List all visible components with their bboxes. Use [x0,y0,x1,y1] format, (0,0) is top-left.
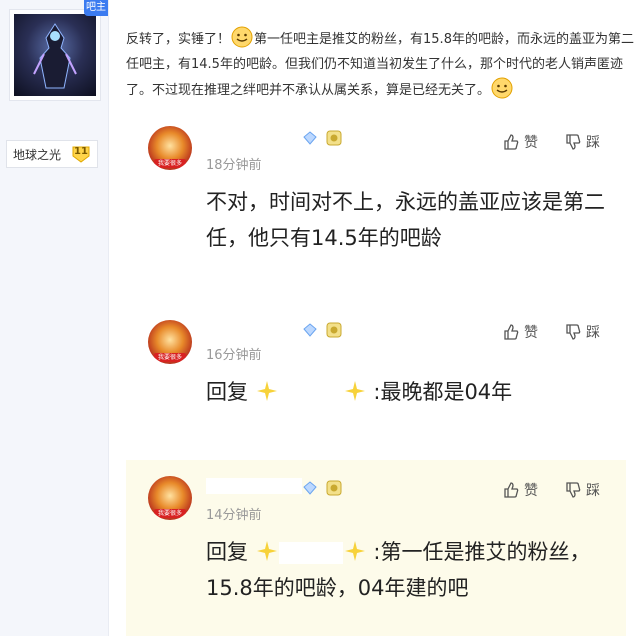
reply-avatar[interactable]: 我要很多 [148,320,192,364]
poster-sidebar: 吧主 地球之光 11 [0,0,109,636]
diamond-icon [303,481,317,495]
avatar-tag: 我要很多 [154,509,186,518]
reply-time: 16分钟前 [206,348,262,363]
member-badge-icon [326,322,342,338]
reply-prefix: 回复 [206,380,248,404]
reply-text: :最晚都是04年 [373,380,513,404]
thumbs-up-icon [504,482,519,498]
poster-name-card[interactable]: 地球之光 11 [6,140,98,168]
owner-badge: 吧主 [84,0,108,16]
sparkle-icon [344,381,365,401]
like-button[interactable]: 赞 [502,322,538,342]
reply-item: 我要很多 16分钟前 赞 踩 回复 :最晚都是04年 [126,310,626,440]
post-text-segment-1: 反转了，实锤了！ [126,32,231,47]
mentioned-user[interactable] [278,542,343,564]
smiley-emoji-icon [491,77,513,99]
thumbs-up-icon [504,134,519,150]
poster-avatar[interactable] [9,9,101,101]
reply-content: 不对，时间对不上，永远的盖亚应该是第二任，他只有14.5年的吧龄 [206,190,605,250]
thumbs-down-icon [566,134,581,150]
like-button[interactable]: 赞 [502,480,538,500]
like-label: 赞 [524,135,538,151]
reply-avatar[interactable]: 我要很多 [148,126,192,170]
reply-prefix: 回复 [206,540,248,564]
sparkle-icon [256,541,277,561]
like-label: 赞 [524,483,538,499]
mentioned-user[interactable] [278,382,343,404]
avatar-image [14,14,96,96]
thumbs-down-icon [566,324,581,340]
avatar-tag: 我要很多 [154,159,186,168]
reply-time: 18分钟前 [206,158,262,173]
smiley-emoji-icon [231,26,253,48]
sparkle-icon [256,381,277,401]
poster-username[interactable]: 地球之光 [13,146,61,163]
reply-item: 我要很多 18分钟前 赞 踩 不对，时间对不上，永远的盖亚应该是第二任，他只有1… [126,118,626,288]
level-badge: 11 [71,144,91,164]
like-label: 赞 [524,325,538,341]
member-badge-icon [326,130,342,146]
dislike-label: 踩 [586,325,600,341]
dislike-button[interactable]: 踩 [564,322,600,342]
post-body: 反转了，实锤了！ 第一任吧主是推艾的粉丝，有15.8年的吧龄，而永远的盖亚为第二任… [126,26,636,103]
reply-avatar[interactable]: 我要很多 [148,476,192,520]
thumbs-up-icon [504,324,519,340]
reply-content: 回复 :第一任是推艾的粉丝，15.8年的吧龄，04年建的吧 [206,534,606,606]
reply-content: 回复 :最晚都是04年 [206,374,606,410]
reply-item-highlighted: 我要很多 14分钟前 赞 踩 回复 :第一任是推艾的粉丝，15.8年的吧龄，04… [126,460,626,636]
avatar-tag: 我要很多 [154,353,186,362]
thumbs-down-icon [566,482,581,498]
sparkle-icon [344,541,365,561]
reply-username[interactable] [206,478,302,494]
reply-username[interactable] [206,322,302,338]
dislike-button[interactable]: 踩 [564,132,600,152]
diamond-icon [303,131,317,145]
level-number: 11 [74,146,88,157]
reply-username[interactable] [206,130,302,146]
dislike-button[interactable]: 踩 [564,480,600,500]
diamond-icon [303,323,317,337]
like-button[interactable]: 赞 [502,132,538,152]
dislike-label: 踩 [586,483,600,499]
dislike-label: 踩 [586,135,600,151]
reply-time: 14分钟前 [206,508,262,523]
member-badge-icon [326,480,342,496]
